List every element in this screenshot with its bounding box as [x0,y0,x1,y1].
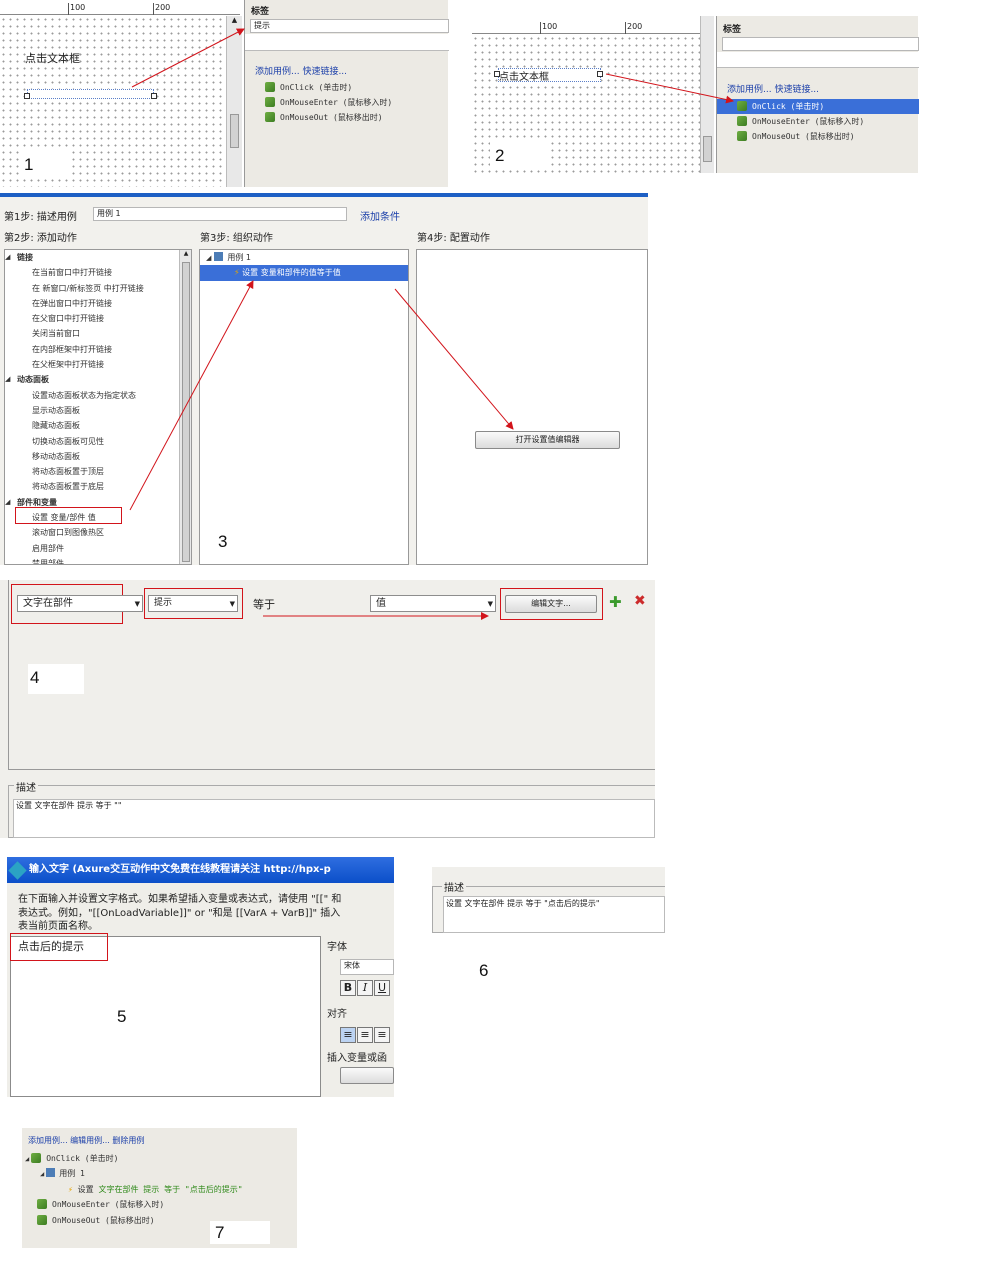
annotation-arrows [129,28,734,620]
arrow [394,288,514,430]
arrow [129,280,254,511]
description-label: 描述 [14,779,38,794]
arrow [131,28,245,88]
arrow [605,73,734,104]
